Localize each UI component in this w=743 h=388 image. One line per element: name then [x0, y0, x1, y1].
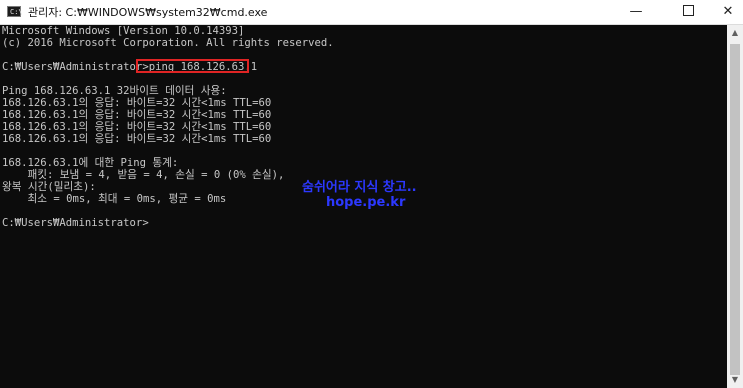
scroll-down-arrow-icon[interactable]: ▼ [727, 372, 743, 388]
close-icon: ✕ [722, 4, 734, 19]
console-line: 패킷: 보냄 = 4, 받음 = 4, 손실 = 0 (0% 손실), [2, 169, 285, 181]
window-title: 관리자: C:₩WINDOWS₩system32₩cmd.exe [28, 6, 268, 19]
console-line: (c) 2016 Microsoft Corporation. All righ… [2, 37, 334, 49]
maximize-button[interactable] [666, 0, 710, 24]
scroll-up-arrow-icon[interactable]: ▲ [727, 25, 743, 41]
scroll-thumb[interactable] [730, 44, 740, 375]
console-line: 168.126.63.1의 응답: 바이트=32 시간<1ms TTL=60 [2, 133, 272, 145]
console-line: 168.126.63.1의 응답: 바이트=32 시간<1ms TTL=60 [2, 97, 272, 109]
close-button[interactable]: ✕ [706, 0, 743, 24]
maximize-icon [682, 5, 694, 16]
command-highlight-box [136, 59, 249, 73]
cmd-icon: C:\ [7, 6, 23, 17]
console-line: 최소 = 0ms, 최대 = 0ms, 평균 = 0ms [2, 193, 227, 205]
console-line: 168.126.63.1의 응답: 바이트=32 시간<1ms TTL=60 [2, 109, 272, 121]
console-line: Microsoft Windows [Version 10.0.14393] [2, 25, 245, 37]
minimize-button[interactable]: — [614, 0, 658, 24]
watermark-url: hope.pe.kr [326, 195, 406, 210]
console-area[interactable]: Microsoft Windows [Version 10.0.14393] (… [0, 25, 727, 388]
console-prompt: C:₩Users₩Administrator> [2, 217, 149, 229]
console-line: 168.126.63.1의 응답: 바이트=32 시간<1ms TTL=60 [2, 121, 272, 133]
console-line: 왕복 시간(밀리초): [2, 181, 96, 193]
vertical-scrollbar[interactable]: ▲ ▼ [727, 25, 743, 388]
title-bar[interactable]: C:\ 관리자: C:₩WINDOWS₩system32₩cmd.exe — ✕ [0, 0, 743, 25]
cmd-icon-label: C:\ [10, 8, 23, 16]
console-line: 168.126.63.1에 대한 Ping 통계: [2, 157, 179, 169]
minimize-icon: — [629, 4, 643, 19]
watermark-text: 숨쉬어라 지식 창고.. [302, 180, 417, 195]
console-line: Ping 168.126.63.1 32바이트 데이터 사용: [2, 85, 227, 97]
